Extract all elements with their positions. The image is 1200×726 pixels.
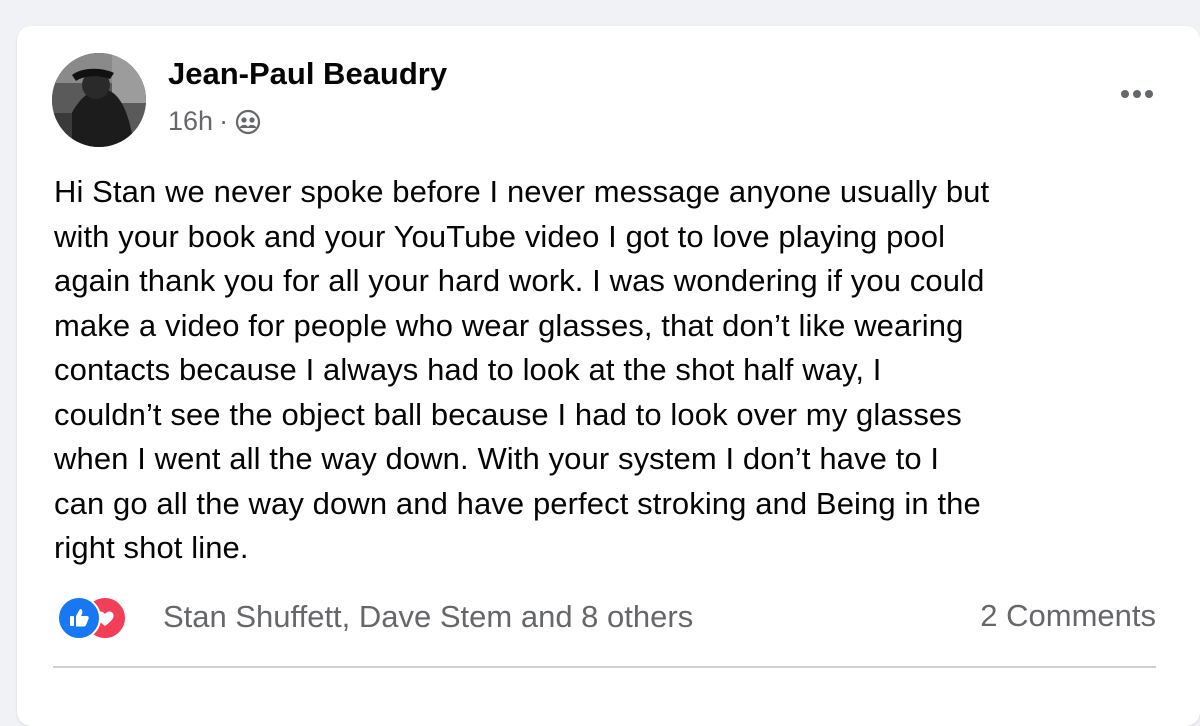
post-text-line: contacts because I always had to look at… — [54, 352, 882, 387]
meta-separator: · — [219, 106, 229, 136]
post-text-line: can go all the way down and have perfect… — [54, 485, 981, 521]
post-text-line: right shot line. — [54, 530, 249, 565]
post-text: Hi Stan we never spoke before I never me… — [54, 170, 1164, 571]
post-meta: 16h · — [168, 106, 262, 137]
post-text-line: when I went all the way down. With your … — [54, 441, 940, 476]
post-text-line: couldn’t see the object ball because I h… — [54, 396, 962, 432]
avatar-photo — [52, 53, 146, 147]
post-text-line: make a video for people who wear glasses… — [54, 307, 964, 343]
friends-icon — [234, 108, 262, 136]
post-card: Jean-Paul Beaudry 16h · Hi Stan we never… — [17, 26, 1200, 726]
post-text-line: again thank you for all your hard work. … — [54, 263, 985, 298]
avatar[interactable] — [52, 53, 146, 147]
post-text-line: with your book and your YouTube video I … — [54, 218, 946, 254]
comments-count[interactable]: 2 Comments — [980, 598, 1156, 634]
divider — [53, 666, 1156, 668]
more-options-icon[interactable] — [1116, 84, 1158, 104]
reaction-names[interactable]: Stan Shuffett, Dave Stem and 8 others — [163, 599, 693, 635]
post-text-line: Hi Stan we never spoke before I never me… — [54, 174, 990, 209]
reactions-summary[interactable]: Stan Shuffett, Dave Stem and 8 others — [57, 596, 693, 640]
reaction-icons — [57, 596, 147, 640]
like-icon — [57, 596, 101, 640]
post-timestamp[interactable]: 16h — [168, 106, 213, 137]
author-name[interactable]: Jean-Paul Beaudry — [168, 56, 447, 92]
